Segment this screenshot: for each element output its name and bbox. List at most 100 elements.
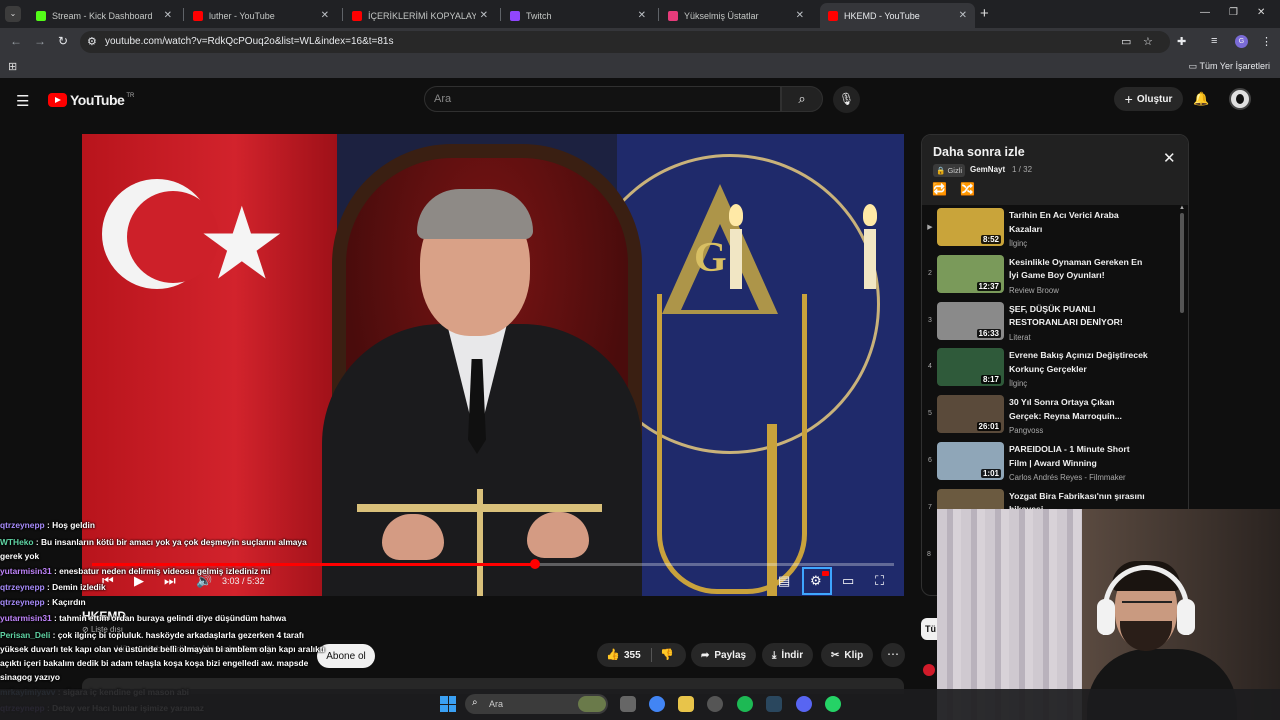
browser-menu-icon[interactable]: ⋮ <box>1261 35 1272 48</box>
playlist-item-index: 7 <box>928 503 932 511</box>
playlist-item-thumbnail[interactable]: 12:37 <box>937 254 1004 293</box>
fullscreen-icon[interactable]: ⛶ <box>875 573 884 589</box>
search-button[interactable]: ⌕ <box>781 86 823 112</box>
hamburger-menu-icon[interactable]: ☰ <box>16 92 29 110</box>
extensions-icon[interactable]: ✚ <box>1177 35 1186 48</box>
browser-tab[interactable]: İÇERİKLERİMİ KOPYALAYAN KA ✕ <box>344 3 496 28</box>
file-explorer-icon[interactable] <box>678 696 694 712</box>
browser-tab[interactable]: Twitch ✕ <box>502 3 654 28</box>
cast-icon[interactable]: ▭ <box>1121 35 1131 48</box>
playlist-item-thumbnail[interactable]: 8:52 <box>937 208 1004 246</box>
youtube-logo[interactable]: YouTube TR <box>48 92 134 108</box>
playlist-item-title[interactable]: PAREIDOLIA - 1 Minute Short Film | Award… <box>1009 443 1149 470</box>
reload-icon[interactable]: ↻ <box>58 34 68 48</box>
apps-grid-icon[interactable]: ⊞ <box>8 60 17 73</box>
back-icon[interactable]: ← <box>10 34 22 48</box>
browser-tab[interactable]: Stream - Kick Dashboard ✕ <box>28 3 180 28</box>
search-input[interactable] <box>424 86 781 112</box>
tab-close-icon[interactable]: ✕ <box>638 10 646 21</box>
chat-message: qtrzeynepp : Hoş geldin <box>0 518 330 534</box>
scroll-up-icon[interactable]: ▲ <box>1179 205 1185 211</box>
profile-icon[interactable]: G <box>1235 35 1248 48</box>
theater-mode-icon[interactable]: ▭ <box>842 573 854 589</box>
chat-username: qtrzeynepp <box>0 520 45 530</box>
playlist-item[interactable]: ▶ 8:52 Tarihin En Acı Verici Araba Kazalar… <box>922 205 1177 252</box>
close-window-icon[interactable]: ✕ <box>1257 7 1265 18</box>
tab-title: İÇERİKLERİMİ KOPYALAYAN KA <box>368 10 476 21</box>
maximize-icon[interactable]: ❐ <box>1229 7 1238 18</box>
playlist-item[interactable]: 6 1:01 PAREIDOLIA - 1 Minute Short Film | … <box>922 439 1177 486</box>
tab-search-icon[interactable]: ⌄ <box>5 6 21 22</box>
tab-close-icon[interactable]: ✕ <box>321 10 329 21</box>
playlist-item-thumbnail[interactable]: 16:33 <box>937 301 1004 340</box>
thumbs-down-icon[interactable]: 👎 <box>660 648 674 661</box>
more-actions-button[interactable]: ⋯ <box>881 643 905 667</box>
playlist-item-title[interactable]: Kesinlikle Oynaman Gereken En İyi Game B… <box>1009 256 1149 283</box>
search-icon: ⌕ <box>798 91 806 106</box>
playlist-item-title[interactable]: ŞEF, DÜŞÜK PUANLI RESTORANLARI DENİYOR! <box>1009 303 1149 330</box>
playlist-item-thumbnail[interactable]: 8:17 <box>937 348 1004 387</box>
steam-icon[interactable] <box>766 696 782 712</box>
browser-tab[interactable]: luther - YouTube ✕ <box>185 3 337 28</box>
playlist-item[interactable]: 3 16:33 ŞEF, DÜŞÜK PUANLI RESTORANLARI DEN… <box>922 299 1177 346</box>
browser-tab[interactable]: Yükselmiş Üstatlar ✕ <box>660 3 812 28</box>
task-view-icon[interactable] <box>620 696 636 712</box>
playlist-item-title[interactable]: Tarihin En Acı Verici Araba Kazaları <box>1009 209 1149 236</box>
site-info-icon[interactable]: ⚙ <box>87 35 97 48</box>
share-button[interactable]: ➦ Paylaş <box>691 643 757 667</box>
loop-icon[interactable]: 🔁 <box>932 182 947 196</box>
candelabra-pole <box>767 424 777 596</box>
thumbs-up-icon[interactable]: 👍 <box>606 648 620 661</box>
discord-icon[interactable] <box>796 696 812 712</box>
playlist-owner[interactable]: GemNayt <box>970 165 1005 174</box>
bookmark-star-icon[interactable]: ☆ <box>1143 35 1153 48</box>
widgets-icon[interactable] <box>578 696 606 712</box>
new-tab-button[interactable]: + <box>980 5 989 22</box>
playlist-item-thumbnail[interactable]: 26:01 <box>937 395 1004 434</box>
tab-divider <box>500 8 501 21</box>
whatsapp-icon[interactable] <box>825 696 841 712</box>
chrome-icon[interactable] <box>649 696 665 712</box>
voice-search-button[interactable]: 🎙 <box>833 86 860 113</box>
playlist-item[interactable]: 2 12:37 Kesinlikle Oynaman Gereken En İyi … <box>922 252 1177 299</box>
playlist-item[interactable]: 4 8:17 Evrene Bakış Açınızı Değiştirecek K… <box>922 345 1177 392</box>
tab-close-icon[interactable]: ✕ <box>480 10 488 21</box>
tab-close-icon[interactable]: ✕ <box>959 10 967 21</box>
obs-icon[interactable] <box>707 696 723 712</box>
playlist-item-thumbnail[interactable]: 1:01 <box>937 442 1004 480</box>
chat-separator: : <box>51 565 60 576</box>
settings-gear-icon[interactable]: ⚙ <box>810 573 822 589</box>
all-bookmarks-link[interactable]: ▭ Tüm Yer İşaretleri <box>1189 61 1270 72</box>
subtitles-icon[interactable]: ▤ <box>778 573 790 589</box>
reading-list-icon[interactable]: ≡ <box>1211 35 1217 47</box>
chat-message: Perisan_Deli : çok ilginç bi topluluk. h… <box>0 627 330 685</box>
stream-chat-overlay: qtrzeynepp : Hoş geldin WTHeko : Bu insan… <box>0 518 330 717</box>
avatar[interactable] <box>1229 88 1251 110</box>
chat-text: enesbatur neden delirmiş videosu gelmiş … <box>59 565 271 576</box>
playlist-item[interactable]: 5 26:01 30 Yıl Sonra Ortaya Çıkan Gerçek: … <box>922 392 1177 439</box>
notifications-bell-icon[interactable]: 🔔 <box>1193 91 1209 107</box>
playlist-title[interactable]: Daha sonra izle <box>933 145 1025 159</box>
tab-close-icon[interactable]: ✕ <box>796 10 804 21</box>
playlist-scrollbar[interactable] <box>1180 213 1184 313</box>
playlist-item-index: 2 <box>928 269 932 277</box>
spotify-icon[interactable] <box>737 696 753 712</box>
minimize-icon[interactable]: — <box>1200 7 1210 18</box>
close-icon[interactable]: ✕ <box>1163 149 1176 167</box>
browser-tab[interactable]: HKEMD - YouTube ✕ <box>820 3 975 28</box>
create-label: Oluştur <box>1136 93 1173 105</box>
forward-icon[interactable]: → <box>34 34 46 48</box>
playlist-item-title[interactable]: Evrene Bakış Açınızı Değiştirecek Korkun… <box>1009 349 1149 376</box>
playlist-item-title[interactable]: 30 Yıl Sonra Ortaya Çıkan Gerçek: Reyna … <box>1009 396 1149 423</box>
tab-title: Stream - Kick Dashboard <box>52 10 153 21</box>
tab-close-icon[interactable]: ✕ <box>164 10 172 21</box>
clip-button[interactable]: ✂ Klip <box>821 643 874 667</box>
progress-scrubber[interactable] <box>529 559 540 569</box>
download-button[interactable]: ⤓ İndir <box>762 643 814 667</box>
url-text[interactable]: youtube.com/watch?v=RdkQcPOuq2o&list=WL&… <box>105 36 394 47</box>
shuffle-icon[interactable]: 🔀 <box>960 182 975 196</box>
windows-start-icon[interactable] <box>440 696 456 712</box>
like-count[interactable]: 355 <box>624 650 641 661</box>
create-button[interactable]: + Oluştur <box>1114 87 1183 111</box>
playlist-item-channel: Review Broow <box>1009 285 1059 295</box>
